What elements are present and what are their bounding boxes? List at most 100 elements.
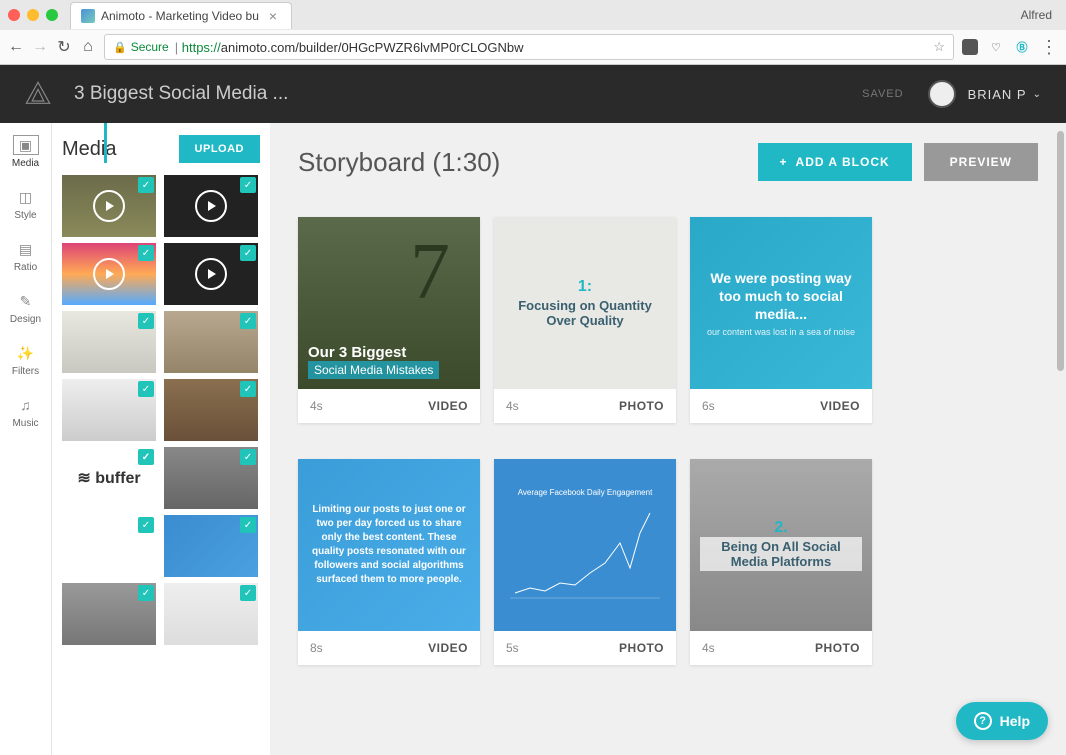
project-title: 3 Biggest Social Media ... xyxy=(74,83,288,105)
media-thumbnail[interactable]: ✓ xyxy=(164,243,258,305)
app-body: ▣ Media ◫ Style ▤ Ratio ✎ Design ✨ Filte… xyxy=(0,123,1066,755)
window-minimize-button[interactable] xyxy=(27,9,39,21)
nav-item-style[interactable]: ◫ Style xyxy=(13,187,39,221)
check-icon: ✓ xyxy=(240,517,256,533)
check-icon: ✓ xyxy=(138,381,154,397)
window-zoom-button[interactable] xyxy=(46,9,58,21)
storyboard: Storyboard (1:30) + ADD A BLOCK PREVIEW … xyxy=(270,123,1066,755)
card-preview: We were posting way too much to social m… xyxy=(690,217,872,389)
extension-icons: ♡ Ⓑ ⋮ xyxy=(962,38,1058,56)
address-bar: ← → ↻ ⌂ 🔒 Secure | https://animoto.com/b… xyxy=(0,30,1066,64)
card-duration: 6s xyxy=(702,399,715,413)
tab-close-icon[interactable]: × xyxy=(269,8,277,24)
animoto-logo-icon[interactable] xyxy=(24,80,52,108)
card-type: PHOTO xyxy=(619,399,664,413)
upload-button[interactable]: UPLOAD xyxy=(179,135,260,163)
media-thumbnail[interactable]: ✓ xyxy=(62,311,156,373)
media-thumbnail[interactable]: ✓ xyxy=(164,583,258,645)
check-icon: ✓ xyxy=(138,585,154,601)
help-button[interactable]: ? Help xyxy=(956,702,1048,740)
lock-icon: 🔒 xyxy=(113,41,127,54)
extension-icon[interactable]: ♡ xyxy=(988,39,1004,55)
card-preview: 1: Focusing on Quantity Over Quality xyxy=(494,217,676,389)
check-icon: ✓ xyxy=(240,245,256,261)
media-thumbnail[interactable]: ✓ xyxy=(164,311,258,373)
storyboard-card[interactable]: We were posting way too much to social m… xyxy=(690,217,872,423)
media-thumbnail[interactable]: ✓ xyxy=(62,515,156,577)
secure-label: Secure xyxy=(131,40,169,54)
scrollbar[interactable] xyxy=(1057,131,1064,371)
card-type: VIDEO xyxy=(820,399,860,413)
left-nav: ▣ Media ◫ Style ▤ Ratio ✎ Design ✨ Filte… xyxy=(0,123,52,755)
user-menu[interactable]: BRIAN P ⌄ xyxy=(968,87,1042,102)
favicon-icon xyxy=(81,9,95,23)
storyboard-card[interactable]: Average Facebook Daily Engagement 5s PHOT… xyxy=(494,459,676,665)
active-indicator xyxy=(104,123,107,163)
media-panel-title: Media xyxy=(62,138,116,161)
add-block-button[interactable]: + ADD A BLOCK xyxy=(758,143,912,181)
media-thumbnail[interactable]: ✓ xyxy=(164,175,258,237)
card-duration: 4s xyxy=(702,641,715,655)
media-thumbnail[interactable]: ✓ xyxy=(62,243,156,305)
media-thumbnail[interactable]: ✓ xyxy=(62,175,156,237)
storyboard-card[interactable]: 1: Focusing on Quantity Over Quality 4sP… xyxy=(494,217,676,423)
image-icon: ▣ xyxy=(13,135,39,155)
save-status: SAVED xyxy=(862,88,903,100)
storyboard-card[interactable]: 2. Being On All Social Media Platforms 4… xyxy=(690,459,872,665)
url-text: https://animoto.com/builder/0HGcPWZR6lvM… xyxy=(182,40,524,55)
nav-item-ratio[interactable]: ▤ Ratio xyxy=(13,239,39,273)
card-preview: 7 Our 3 Biggest Social Media Mistakes xyxy=(298,217,480,389)
traffic-lights xyxy=(8,9,58,21)
card-duration: 4s xyxy=(310,399,323,413)
help-icon: ? xyxy=(974,712,992,730)
media-thumbnail[interactable]: ✓ xyxy=(62,379,156,441)
browser-menu-icon[interactable]: ⋮ xyxy=(1040,38,1058,56)
card-preview: Limiting our posts to just one or two pe… xyxy=(298,459,480,631)
check-icon: ✓ xyxy=(138,313,154,329)
bookmark-star-icon[interactable]: ☆ xyxy=(933,39,945,55)
media-thumbnail[interactable]: ≋ buffer✓ xyxy=(62,447,156,509)
window-close-button[interactable] xyxy=(8,9,20,21)
storyboard-title: Storyboard (1:30) xyxy=(298,147,500,178)
wand-icon: ✨ xyxy=(12,343,38,363)
card-type: VIDEO xyxy=(428,641,468,655)
avatar[interactable] xyxy=(928,80,956,108)
check-icon: ✓ xyxy=(240,177,256,193)
card-preview: 2. Being On All Social Media Platforms xyxy=(690,459,872,631)
media-thumbnail[interactable]: ✓ xyxy=(164,515,258,577)
extension-icon[interactable]: Ⓑ xyxy=(1014,39,1030,55)
nav-item-media[interactable]: ▣ Media xyxy=(12,135,39,169)
nav-item-music[interactable]: ♫ Music xyxy=(12,395,38,429)
browser-chrome: Animoto - Marketing Video bu × Alfred ← … xyxy=(0,0,1066,65)
brush-icon: ✎ xyxy=(12,291,38,311)
forward-button[interactable]: → xyxy=(32,39,48,55)
storyboard-card[interactable]: 7 Our 3 Biggest Social Media Mistakes 4s… xyxy=(298,217,480,423)
app-header: 3 Biggest Social Media ... SAVED BRIAN P… xyxy=(0,65,1066,123)
check-icon: ✓ xyxy=(240,585,256,601)
card-preview: Average Facebook Daily Engagement xyxy=(494,459,676,631)
chevron-down-icon: ⌄ xyxy=(1033,89,1042,100)
reload-button[interactable]: ↻ xyxy=(56,39,72,55)
media-thumbnail[interactable]: ✓ xyxy=(62,583,156,645)
back-button[interactable]: ← xyxy=(8,39,24,55)
home-button[interactable]: ⌂ xyxy=(80,39,96,55)
card-type: PHOTO xyxy=(619,641,664,655)
profile-name[interactable]: Alfred xyxy=(1021,8,1052,22)
chart-icon xyxy=(510,503,660,603)
plus-icon: + xyxy=(780,155,788,169)
nav-item-design[interactable]: ✎ Design xyxy=(10,291,41,325)
media-thumbnail[interactable]: ✓ xyxy=(164,379,258,441)
card-duration: 8s xyxy=(310,641,323,655)
nav-item-filters[interactable]: ✨ Filters xyxy=(12,343,39,377)
check-icon: ✓ xyxy=(240,449,256,465)
media-thumbnail[interactable]: ✓ xyxy=(164,447,258,509)
browser-tab[interactable]: Animoto - Marketing Video bu × xyxy=(70,2,292,29)
extension-icon[interactable] xyxy=(962,39,978,55)
storyboard-card[interactable]: Limiting our posts to just one or two pe… xyxy=(298,459,480,665)
frame-icon: ◫ xyxy=(13,187,39,207)
preview-button[interactable]: PREVIEW xyxy=(924,143,1038,181)
url-input[interactable]: 🔒 Secure | https://animoto.com/builder/0… xyxy=(104,34,954,60)
media-grid: ✓✓✓✓✓✓✓✓≋ buffer✓✓✓✓✓✓ xyxy=(62,175,260,645)
card-duration: 5s xyxy=(506,641,519,655)
check-icon: ✓ xyxy=(240,313,256,329)
